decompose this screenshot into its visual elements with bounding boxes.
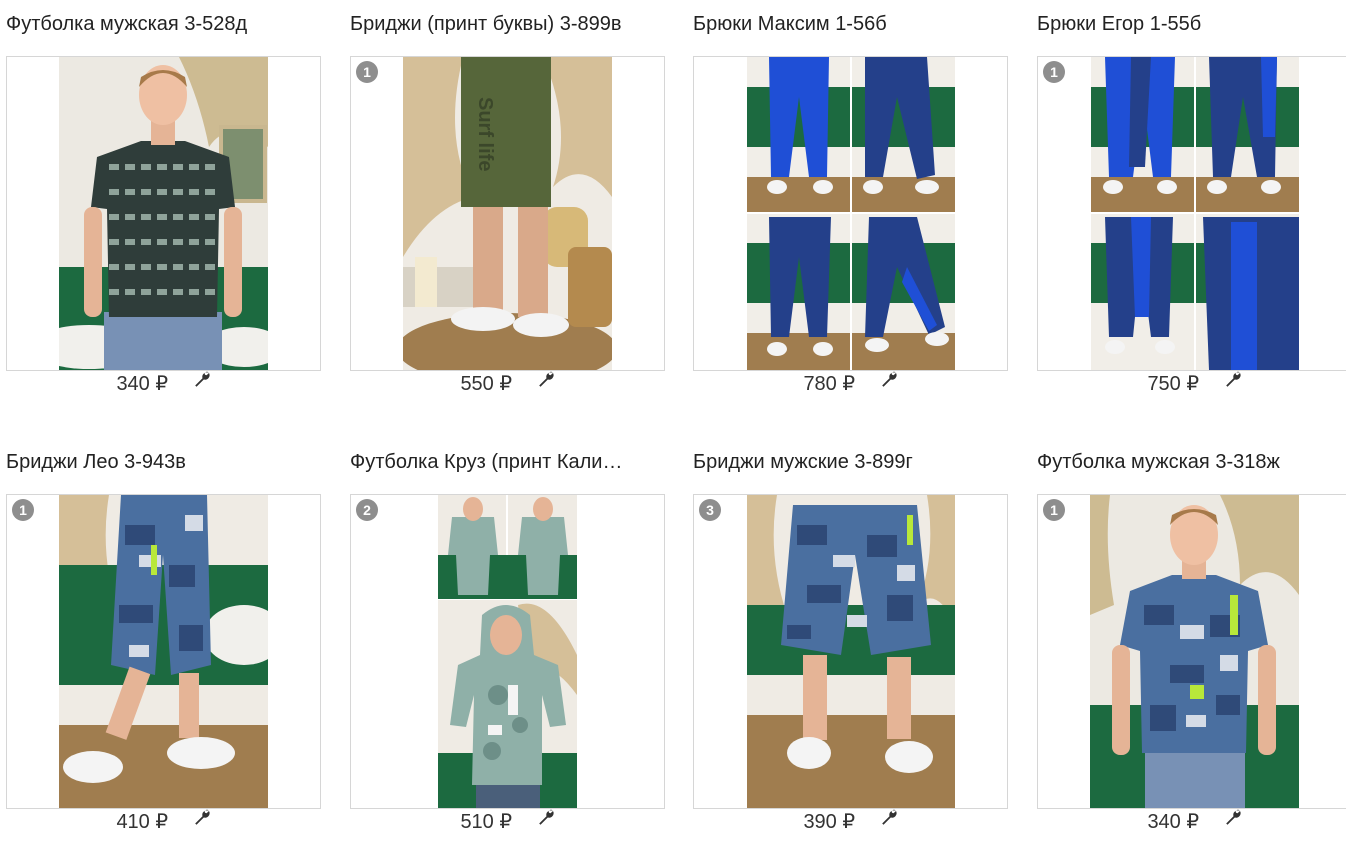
price: 550 ₽ — [460, 373, 513, 395]
image-count-badge: 3 — [699, 499, 721, 521]
product-title[interactable]: Футболка Круз (принт Кали… — [350, 449, 662, 475]
price-row: 410 ₽ — [6, 809, 321, 834]
product-image-frame[interactable]: 1 — [1037, 494, 1346, 809]
product-image-frame[interactable] — [693, 56, 1008, 371]
product-image-frame[interactable]: 1 — [1037, 56, 1346, 371]
image-count-badge: 1 — [1043, 499, 1065, 521]
wrench-icon[interactable] — [537, 809, 555, 827]
price-row: 340 ₽ — [1037, 809, 1346, 834]
product-photo[interactable] — [59, 495, 268, 808]
wrench-icon[interactable] — [193, 371, 211, 389]
price: 340 ₽ — [116, 373, 169, 395]
product-title[interactable]: Футболка мужская 3-318ж — [1037, 449, 1346, 475]
product-photo[interactable]: Surf life — [403, 57, 612, 370]
price: 510 ₽ — [460, 811, 513, 833]
product-photo[interactable] — [747, 57, 955, 370]
product-photo[interactable] — [438, 495, 577, 808]
price-row: 510 ₽ — [350, 809, 665, 834]
price-row: 780 ₽ — [693, 371, 1008, 396]
product-image-frame[interactable]: 2 — [350, 494, 665, 809]
product-photo[interactable] — [59, 57, 268, 370]
wrench-icon[interactable] — [193, 809, 211, 827]
price-row: 550 ₽ — [350, 371, 665, 396]
product-image-frame[interactable]: 3 — [693, 494, 1008, 809]
product-photo[interactable] — [747, 495, 955, 808]
price-row: 750 ₽ — [1037, 371, 1346, 396]
product-title[interactable]: Брюки Максим 1-56б — [693, 11, 1005, 37]
wrench-icon[interactable] — [1224, 809, 1242, 827]
wrench-icon[interactable] — [537, 371, 555, 389]
image-count-badge: 1 — [12, 499, 34, 521]
price-row: 390 ₽ — [693, 809, 1008, 834]
image-count-badge: 1 — [356, 61, 378, 83]
product-image-frame[interactable] — [6, 56, 321, 371]
wrench-icon[interactable] — [1224, 371, 1242, 389]
image-count-badge: 1 — [1043, 61, 1065, 83]
price: 390 ₽ — [803, 811, 856, 833]
price: 410 ₽ — [116, 811, 169, 833]
print-text: Surf life — [474, 97, 496, 171]
price-row: 340 ₽ — [6, 371, 321, 396]
price: 750 ₽ — [1147, 373, 1200, 395]
product-image-frame[interactable]: 1 Surf life — [350, 56, 665, 371]
product-photo[interactable] — [1091, 57, 1299, 370]
product-title[interactable]: Брюки Егор 1-55б — [1037, 11, 1346, 37]
price: 340 ₽ — [1147, 811, 1200, 833]
product-title[interactable]: Бриджи мужские 3-899г — [693, 449, 1005, 475]
wrench-icon[interactable] — [880, 809, 898, 827]
product-image-frame[interactable]: 1 — [6, 494, 321, 809]
product-photo[interactable] — [1090, 495, 1299, 808]
product-title[interactable]: Бриджи (принт буквы) 3-899в — [350, 11, 662, 37]
price: 780 ₽ — [803, 373, 856, 395]
product-title[interactable]: Футболка мужская 3-528д — [6, 11, 318, 37]
wrench-icon[interactable] — [880, 371, 898, 389]
image-count-badge: 2 — [356, 499, 378, 521]
product-title[interactable]: Бриджи Лео 3-943в — [6, 449, 318, 475]
